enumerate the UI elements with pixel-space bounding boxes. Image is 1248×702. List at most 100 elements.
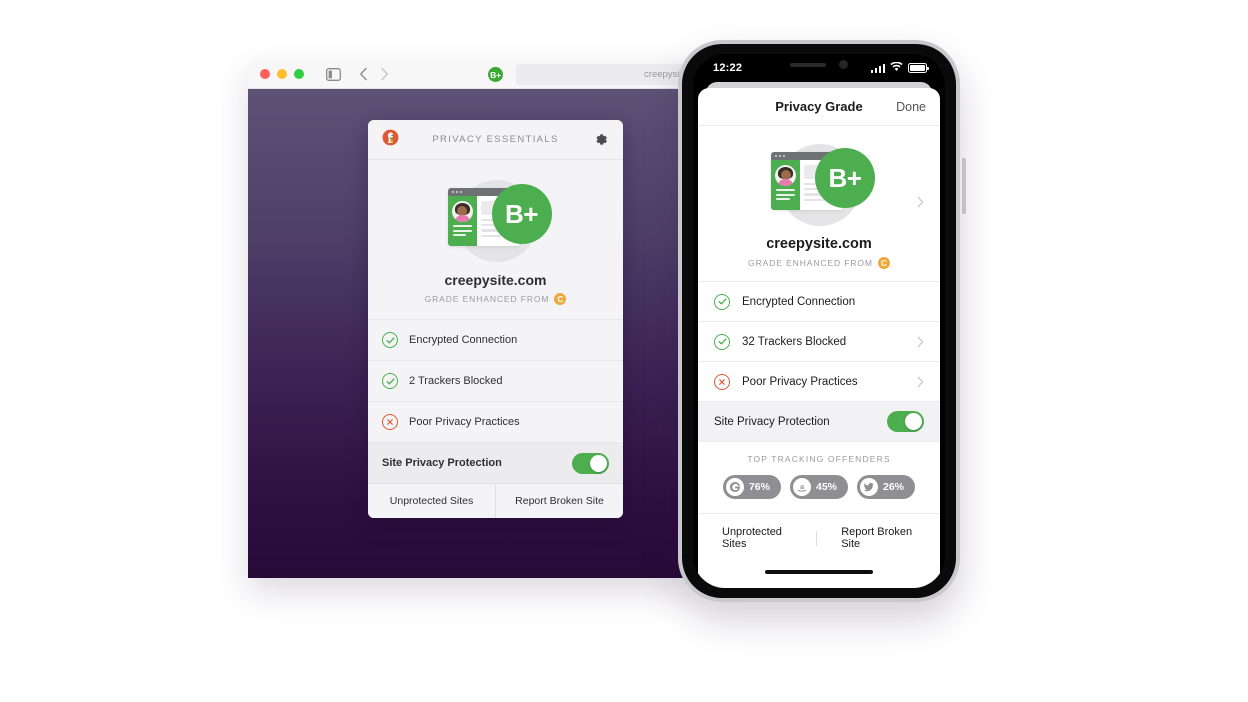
status-bar: 12:22 bbox=[693, 54, 945, 82]
grade-enhanced-note: GRADE ENHANCED FROM C bbox=[698, 257, 940, 269]
earpiece-speaker bbox=[790, 62, 826, 67]
cellular-bars-icon bbox=[870, 63, 885, 73]
status-bar-time: 12:22 bbox=[713, 62, 743, 74]
forward-button[interactable] bbox=[380, 67, 389, 81]
previous-grade-badge: C bbox=[554, 293, 567, 305]
offender-percent: 45% bbox=[815, 481, 837, 493]
unprotected-sites-button[interactable]: Unprotected Sites bbox=[698, 526, 816, 550]
row-label: Encrypted Connection bbox=[742, 295, 856, 308]
power-button[interactable] bbox=[962, 158, 966, 214]
close-window-button[interactable] bbox=[260, 69, 270, 79]
toolbar-grade-badge[interactable]: B+ bbox=[488, 67, 503, 82]
check-circle-icon bbox=[714, 333, 730, 350]
row-label: Poor Privacy Practices bbox=[409, 416, 520, 428]
report-broken-site-button[interactable]: Report Broken Site bbox=[817, 526, 940, 550]
chevron-right-icon bbox=[917, 376, 924, 388]
avatar bbox=[775, 165, 796, 186]
status-bar-indicators bbox=[870, 59, 929, 77]
zoom-window-button[interactable] bbox=[294, 69, 304, 79]
site-name: creepysite.com bbox=[766, 236, 872, 252]
home-indicator[interactable] bbox=[765, 570, 873, 574]
offender-percent: 26% bbox=[883, 481, 905, 493]
offender-chip-list: 76% a 45% 26% bbox=[698, 475, 940, 499]
amazon-icon: a bbox=[792, 478, 811, 496]
composition-stage: B+ creepysite.com bbox=[0, 0, 1248, 702]
minimize-window-button[interactable] bbox=[277, 69, 287, 79]
chevron-right-icon bbox=[917, 336, 924, 348]
unprotected-sites-button[interactable]: Unprotected Sites bbox=[368, 484, 495, 518]
row-poor-privacy-practices[interactable]: Poor Privacy Practices bbox=[698, 361, 940, 401]
toggle-label: Site Privacy Protection bbox=[382, 457, 502, 469]
privacy-grade-sheet: Privacy Grade Done B+ creepysite.com GRA… bbox=[698, 88, 940, 588]
desktop-browser-window: B+ creepysite.com bbox=[248, 60, 688, 578]
browser-page-content: PRIVACY ESSENTIALS B+ creepysite.com GRA… bbox=[248, 89, 688, 578]
sheet-title: Privacy Grade bbox=[775, 99, 863, 114]
modal-sheet-stack: Privacy Grade Done B+ creepysite.com GRA… bbox=[693, 82, 945, 588]
x-circle-icon bbox=[714, 373, 730, 390]
grade-badge: B+ bbox=[491, 184, 552, 244]
sidebar-icon[interactable] bbox=[326, 67, 341, 81]
mock-sidebar bbox=[447, 196, 477, 246]
site-privacy-protection-toggle[interactable] bbox=[887, 411, 924, 432]
gear-icon[interactable] bbox=[592, 131, 609, 148]
toggle-label: Site Privacy Protection bbox=[714, 415, 830, 428]
wifi-icon bbox=[890, 59, 903, 77]
row-label: Poor Privacy Practices bbox=[742, 375, 858, 388]
popup-hero: B+ creepysite.com GRADE ENHANCED FROM C bbox=[368, 160, 623, 319]
sheet-header: Privacy Grade Done bbox=[698, 88, 940, 126]
check-circle-icon bbox=[382, 332, 398, 348]
site-grade-illustration: B+ bbox=[440, 176, 552, 262]
check-circle-icon bbox=[382, 373, 398, 389]
privacy-essentials-popup: PRIVACY ESSENTIALS B+ creepysite.com GRA… bbox=[368, 120, 623, 518]
toggle-knob bbox=[905, 413, 922, 430]
front-camera bbox=[839, 60, 848, 69]
row-poor-privacy-practices[interactable]: Poor Privacy Practices bbox=[368, 401, 623, 442]
popup-footer: Unprotected Sites Report Broken Site bbox=[368, 483, 623, 518]
address-bar[interactable]: creepysite.com bbox=[516, 64, 688, 85]
window-traffic-lights[interactable] bbox=[260, 69, 304, 79]
offenders-title: TOP TRACKING OFFENDERS bbox=[747, 454, 891, 464]
row-trackers-blocked[interactable]: 2 Trackers Blocked bbox=[368, 360, 623, 401]
grade-badge: B+ bbox=[815, 148, 875, 208]
row-label: 32 Trackers Blocked bbox=[742, 335, 847, 348]
phone-screen: 12:22 Privacy Grade Done B+ creepysite.c… bbox=[693, 54, 945, 588]
popup-header: PRIVACY ESSENTIALS bbox=[368, 120, 623, 160]
avatar bbox=[451, 201, 473, 222]
back-button[interactable] bbox=[359, 67, 368, 81]
site-grade-illustration: B+ bbox=[763, 140, 875, 226]
site-privacy-protection-toggle[interactable] bbox=[572, 452, 609, 474]
report-broken-site-button[interactable]: Report Broken Site bbox=[495, 484, 623, 518]
row-site-privacy-protection[interactable]: Site Privacy Protection bbox=[698, 401, 940, 441]
battery-full-icon bbox=[908, 63, 929, 73]
check-circle-icon bbox=[714, 293, 730, 310]
row-label: 2 Trackers Blocked bbox=[409, 375, 503, 387]
twitter-icon bbox=[860, 478, 878, 496]
row-encrypted-connection[interactable]: Encrypted Connection bbox=[698, 281, 940, 321]
top-tracking-offenders-section: TOP TRACKING OFFENDERS 76% a 45% 26% bbox=[698, 441, 940, 513]
grade-enhanced-label: GRADE ENHANCED FROM bbox=[424, 294, 550, 304]
done-button[interactable]: Done bbox=[896, 100, 926, 114]
offender-percent: 76% bbox=[748, 481, 770, 493]
row-label: Encrypted Connection bbox=[409, 334, 518, 346]
grade-enhanced-label: GRADE ENHANCED FROM bbox=[748, 258, 873, 268]
chevron-right-icon[interactable] bbox=[917, 195, 924, 213]
phone-bezel: 12:22 Privacy Grade Done B+ creepysite.c… bbox=[682, 44, 956, 598]
svg-text:a: a bbox=[800, 482, 804, 491]
offender-chip[interactable]: 26% bbox=[857, 475, 916, 499]
sheet-footer: Unprotected Sites Report Broken Site bbox=[698, 513, 940, 560]
site-name: creepysite.com bbox=[444, 272, 547, 288]
row-site-privacy-protection[interactable]: Site Privacy Protection bbox=[368, 442, 623, 483]
grade-enhanced-note: GRADE ENHANCED FROM C bbox=[368, 293, 623, 305]
row-encrypted-connection[interactable]: Encrypted Connection bbox=[368, 319, 623, 360]
notch-hardware bbox=[790, 60, 848, 69]
previous-grade-badge: C bbox=[877, 257, 890, 269]
duckduckgo-logo-icon bbox=[382, 129, 399, 151]
mobile-device-frame: 12:22 Privacy Grade Done B+ creepysite.c… bbox=[678, 40, 966, 602]
popup-arrow bbox=[607, 120, 623, 121]
google-icon bbox=[725, 478, 744, 496]
offender-chip[interactable]: 76% bbox=[722, 475, 781, 499]
offender-chip[interactable]: a 45% bbox=[789, 475, 848, 499]
toggle-knob bbox=[590, 454, 607, 472]
mobile-hero[interactable]: B+ creepysite.com GRADE ENHANCED FROM C bbox=[698, 126, 940, 281]
row-trackers-blocked[interactable]: 32 Trackers Blocked bbox=[698, 321, 940, 361]
